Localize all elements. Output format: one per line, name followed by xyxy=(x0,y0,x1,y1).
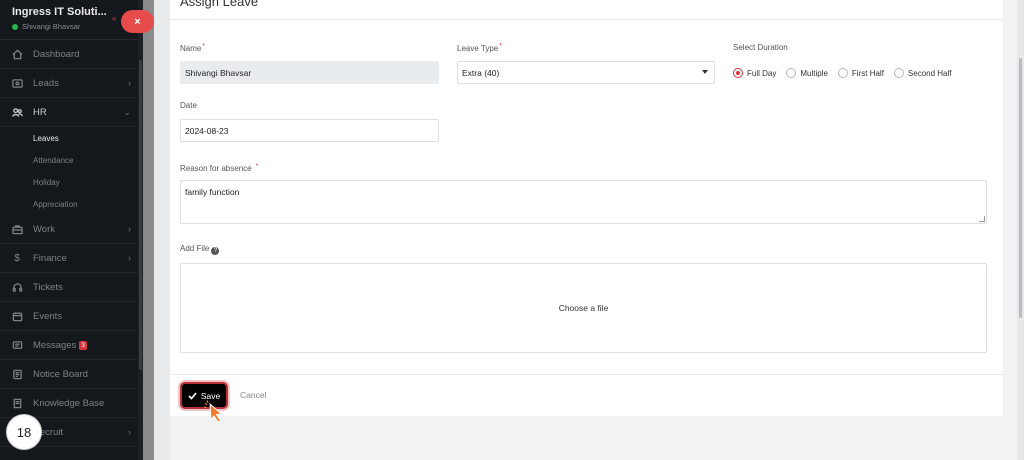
cancel-button[interactable]: Cancel xyxy=(240,390,266,400)
modal-title: Assign Leave xyxy=(180,0,259,9)
main-scrollbar[interactable] xyxy=(1017,0,1024,460)
notice-icon xyxy=(11,368,23,380)
sidebar-item-label: Tickets xyxy=(33,281,63,293)
dashboard-icon xyxy=(11,48,23,60)
sidebar: Ingress IT Soluti... Shivangi Bhavsar Da… xyxy=(0,0,143,460)
duration-radio-group: Full Day Multiple First Half Second Half xyxy=(733,68,956,78)
resize-handle-icon[interactable] xyxy=(979,216,985,222)
radio-label: Full Day xyxy=(747,68,777,78)
sidebar-item-label: Dashboard xyxy=(33,48,80,60)
sidebar-subitem-attendance[interactable]: Attendance xyxy=(0,149,143,171)
file-dropzone[interactable]: Choose a file xyxy=(180,263,987,353)
sidebar-item-finance[interactable]: $ Finance › xyxy=(0,244,143,273)
sidebar-subitem-holiday[interactable]: Holiday xyxy=(0,171,143,193)
sidebar-item-notice-board[interactable]: Notice Board xyxy=(0,360,143,389)
collapse-sidebar-icon[interactable]: « xyxy=(112,14,116,23)
leads-icon xyxy=(11,77,23,89)
step-number-badge: 18 xyxy=(6,414,42,450)
hr-icon xyxy=(11,106,23,118)
online-status-icon xyxy=(12,23,18,30)
content-gutter xyxy=(154,0,170,460)
radio-first-half[interactable]: First Half xyxy=(837,68,884,78)
book-icon xyxy=(11,397,23,409)
dropzone-label: Choose a file xyxy=(558,303,609,313)
chevron-down-icon: ⌄ xyxy=(123,106,131,117)
sidebar-item-hr[interactable]: HR ⌄ xyxy=(0,98,143,127)
sidebar-item-label: Events xyxy=(33,310,63,322)
reason-label: Reason for absence * xyxy=(180,163,259,173)
chevron-right-icon: › xyxy=(128,78,131,88)
radio-unchecked-icon xyxy=(893,68,904,78)
message-count-badge: 3 xyxy=(79,340,87,350)
leave-type-select[interactable]: Extra (40) xyxy=(457,61,715,84)
sidebar-item-label: Recruit xyxy=(33,426,64,438)
radio-checked-icon xyxy=(733,68,743,78)
name-label: Name* xyxy=(180,43,206,53)
sidebar-item-dashboard[interactable]: Dashboard xyxy=(0,40,143,69)
duration-label: Select Duration xyxy=(733,43,788,52)
reason-textarea[interactable]: family function xyxy=(180,180,987,224)
pointer-cursor-icon xyxy=(203,400,223,423)
sidebar-subitem-leaves[interactable]: Leaves xyxy=(0,127,143,149)
date-label: Date xyxy=(180,101,197,110)
reason-value: family function xyxy=(185,187,240,197)
close-icon: × xyxy=(134,15,141,28)
date-input[interactable]: 2024-08-23 xyxy=(180,119,439,142)
dollar-icon: $ xyxy=(14,252,20,264)
sidebar-item-events[interactable]: Events xyxy=(0,302,143,331)
briefcase-icon xyxy=(11,223,23,235)
sidebar-item-label: Messages 3 xyxy=(33,339,87,351)
sidebar-item-label: HR xyxy=(33,106,47,118)
headset-icon xyxy=(11,281,23,293)
radio-full-day[interactable]: Full Day xyxy=(733,68,776,78)
sidebar-item-label: Leads xyxy=(33,77,59,89)
check-icon xyxy=(188,391,197,400)
leave-type-label: Leave Type* xyxy=(457,43,502,53)
radio-unchecked-icon xyxy=(786,68,797,78)
leave-type-value: Extra (40) xyxy=(462,67,500,78)
sidebar-item-tickets[interactable]: Tickets xyxy=(0,273,143,302)
sidebar-item-work[interactable]: Work › xyxy=(0,215,143,244)
sidebar-item-label: Notice Board xyxy=(33,368,88,380)
sidebar-item-leads[interactable]: Leads › xyxy=(0,69,143,98)
close-modal-button[interactable]: × xyxy=(121,10,154,33)
chevron-right-icon: › xyxy=(128,224,131,234)
name-field: Shivangi Bhavsar xyxy=(180,61,439,84)
sidebar-subitem-appreciation[interactable]: Appreciation xyxy=(0,193,143,215)
radio-label: Multiple xyxy=(800,68,828,78)
sidebar-item-messages[interactable]: Messages 3 xyxy=(0,331,143,360)
user-name: Shivangi Bhavsar xyxy=(22,22,81,31)
radio-multiple[interactable]: Multiple xyxy=(786,68,828,78)
sidebar-item-label: Work xyxy=(33,223,55,235)
overlay-strip xyxy=(143,0,154,460)
radio-unchecked-icon xyxy=(837,68,848,78)
calendar-icon xyxy=(11,310,23,322)
add-file-label: Add File? xyxy=(180,244,220,255)
chevron-right-icon: › xyxy=(128,427,131,437)
sidebar-scroll-thumb[interactable] xyxy=(139,60,142,370)
sidebar-item-label: Finance xyxy=(33,252,67,264)
main-scroll-thumb[interactable] xyxy=(1019,58,1022,318)
sidebar-item-label: Knowledge Base xyxy=(33,397,105,409)
message-icon xyxy=(11,339,23,351)
chevron-right-icon: › xyxy=(128,253,131,263)
radio-label: Second Half xyxy=(907,68,952,78)
modal-footer-divider xyxy=(170,374,1003,375)
radio-second-half[interactable]: Second Half xyxy=(893,68,952,78)
help-icon[interactable]: ? xyxy=(211,247,220,255)
radio-label: First Half xyxy=(851,68,884,78)
modal-header-divider xyxy=(170,19,1003,20)
caret-down-icon xyxy=(702,70,708,74)
